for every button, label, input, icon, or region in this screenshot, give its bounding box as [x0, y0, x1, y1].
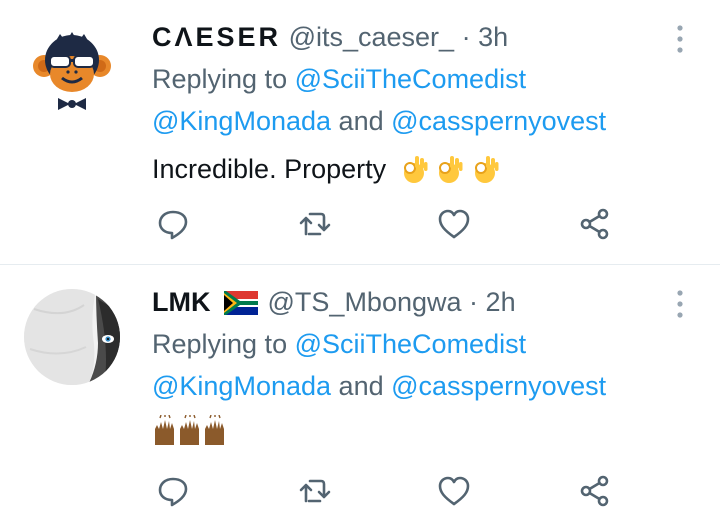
tweet-text: Incredible. Property: [152, 148, 672, 190]
more-options-icon[interactable]: [670, 22, 690, 56]
mention-link[interactable]: @casspernyovest: [391, 106, 606, 136]
tweet[interactable]: CΛESER @its_caeser_ · 3h Replying to @Sc…: [0, 0, 720, 264]
tweet-actions: [0, 206, 720, 246]
tweet[interactable]: LMK @TS_Mbongwa · 2h Replying to @SciiTh…: [0, 265, 720, 527]
mention-link[interactable]: @SciiTheComedist: [295, 64, 526, 94]
mention-link[interactable]: @casspernyovest: [391, 371, 606, 401]
tweet-time[interactable]: 2h: [486, 287, 516, 317]
user-handle[interactable]: @TS_Mbongwa: [268, 287, 462, 317]
replying-to: Replying to @SciiTheComedist @KingMonada…: [152, 323, 672, 407]
monkey-avatar-icon: [24, 22, 120, 118]
retweet-icon[interactable]: [297, 473, 333, 509]
avatar[interactable]: [24, 22, 120, 118]
replying-to: Replying to @SciiTheComedist @KingMonada…: [152, 58, 672, 142]
share-icon[interactable]: [577, 473, 613, 509]
mention-link[interactable]: @KingMonada: [152, 106, 331, 136]
reply-icon[interactable]: [155, 473, 191, 509]
ok-hand-icon: [439, 156, 463, 183]
ok-hand-icon: [403, 156, 428, 183]
separator-dot: ·: [469, 287, 479, 317]
mention-link[interactable]: @SciiTheComedist: [295, 329, 526, 359]
tweet-actions: [0, 473, 720, 513]
display-name[interactable]: LMK: [152, 287, 210, 317]
raising-hands-emoji-group: [152, 415, 230, 449]
ok-hand-icon: [474, 156, 499, 183]
retweet-icon[interactable]: [297, 206, 333, 242]
tweet-text-body: Incredible. Property: [152, 154, 387, 184]
replying-prefix: Replying to: [152, 329, 288, 359]
tweet-time[interactable]: 3h: [478, 22, 508, 52]
avatar[interactable]: [24, 289, 120, 385]
tweet-header: CΛESER @its_caeser_ · 3h: [152, 16, 672, 58]
tweet-content: CΛESER @its_caeser_ · 3h Replying to @Sc…: [152, 16, 672, 190]
reply-icon[interactable]: [155, 206, 191, 242]
replying-and: and: [338, 106, 384, 136]
south-africa-flag-icon: [224, 291, 258, 315]
share-icon[interactable]: [577, 206, 613, 242]
face-photo-avatar-icon: [24, 289, 120, 385]
replying-prefix: Replying to: [152, 64, 288, 94]
user-handle[interactable]: @its_caeser_: [289, 22, 454, 52]
ok-hand-emoji-group: [400, 154, 499, 184]
tweet-content: LMK @TS_Mbongwa · 2h Replying to @SciiTh…: [152, 281, 672, 455]
more-options-icon[interactable]: [670, 287, 690, 321]
like-icon[interactable]: [436, 206, 472, 242]
tweet-text: [152, 413, 672, 455]
replying-and: and: [338, 371, 384, 401]
display-name[interactable]: CΛESER: [152, 22, 281, 52]
tweet-header: LMK @TS_Mbongwa · 2h: [152, 281, 672, 323]
separator-dot: ·: [461, 22, 471, 52]
raising-hands-icon: [155, 415, 224, 445]
mention-link[interactable]: @KingMonada: [152, 371, 331, 401]
like-icon[interactable]: [436, 473, 472, 509]
